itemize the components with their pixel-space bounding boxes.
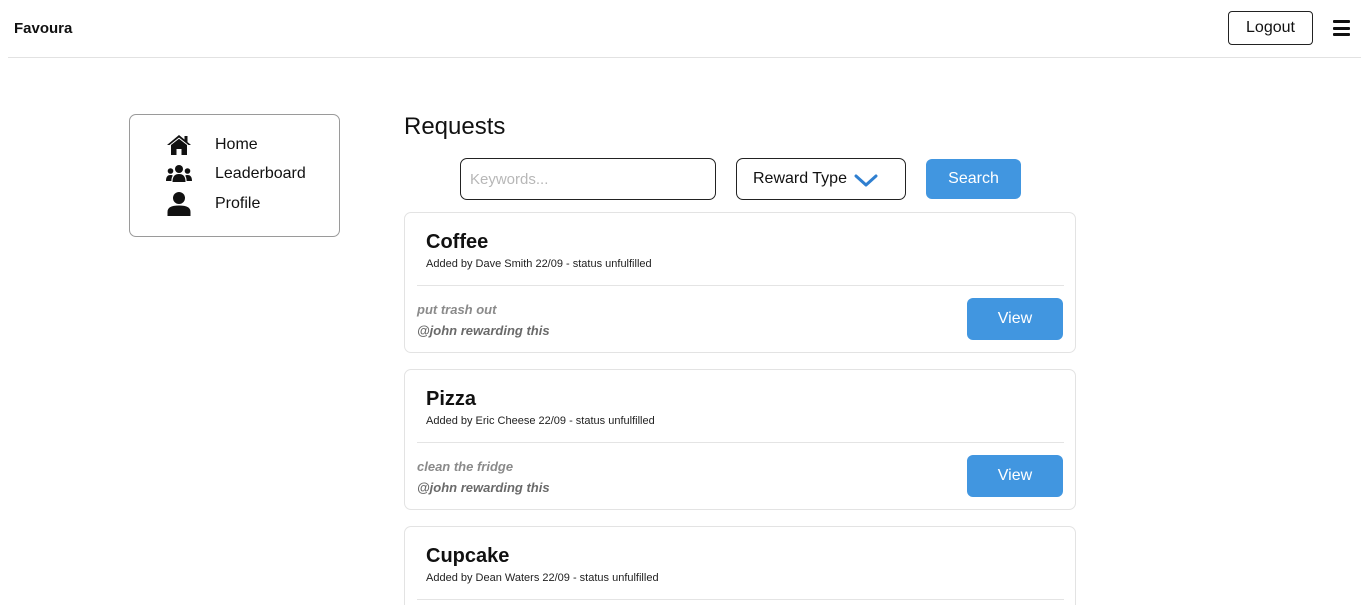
brand-logo[interactable]: Favoura	[14, 20, 72, 37]
home-icon	[164, 132, 194, 158]
chevron-down-icon	[854, 174, 878, 187]
request-task: put trash out	[417, 302, 497, 317]
request-meta: Added by Dave Smith 22/09 - status unful…	[426, 258, 652, 270]
search-button[interactable]: Search	[926, 159, 1021, 199]
request-card: Cupcake Added by Dean Waters 22/09 - sta…	[404, 526, 1076, 605]
sidebar-nav: Home Leaderboard Profile	[129, 114, 340, 237]
sidebar-item-label: Leaderboard	[215, 165, 306, 182]
sidebar-item-label: Profile	[215, 195, 261, 212]
keywords-search-input[interactable]	[460, 158, 716, 200]
request-meta: Added by Dean Waters 22/09 - status unfu…	[426, 572, 659, 584]
request-title: Pizza	[426, 388, 477, 410]
request-meta: Added by Eric Cheese 22/09 - status unfu…	[426, 415, 655, 427]
divider	[417, 285, 1064, 286]
request-title: Cupcake	[426, 545, 510, 567]
view-button[interactable]: View	[967, 455, 1063, 497]
logout-button[interactable]: Logout	[1228, 11, 1313, 45]
reward-type-label: Reward Type	[753, 170, 847, 187]
sidebar-item-leaderboard[interactable]: Leaderboard	[164, 161, 324, 187]
sidebar-item-label: Home	[215, 136, 258, 153]
user-icon	[164, 191, 194, 217]
top-navbar: Favoura Logout	[8, 0, 1361, 58]
request-reward-by: @john rewarding this	[417, 323, 550, 338]
request-task: clean the fridge	[417, 459, 514, 474]
sidebar-item-home[interactable]: Home	[164, 132, 324, 158]
reward-type-dropdown[interactable]: Reward Type	[736, 158, 906, 200]
divider	[417, 442, 1064, 443]
request-card: Pizza Added by Eric Cheese 22/09 - statu…	[404, 369, 1076, 510]
hamburger-menu-icon[interactable]	[1333, 20, 1350, 36]
request-card: Coffee Added by Dave Smith 22/09 - statu…	[404, 212, 1076, 353]
request-title: Coffee	[426, 231, 489, 253]
request-reward-by: @john rewarding this	[417, 480, 550, 495]
users-icon	[164, 161, 194, 187]
sidebar-item-profile[interactable]: Profile	[164, 191, 324, 217]
divider	[417, 599, 1064, 600]
page-title: Requests	[404, 113, 506, 140]
view-button[interactable]: View	[967, 298, 1063, 340]
